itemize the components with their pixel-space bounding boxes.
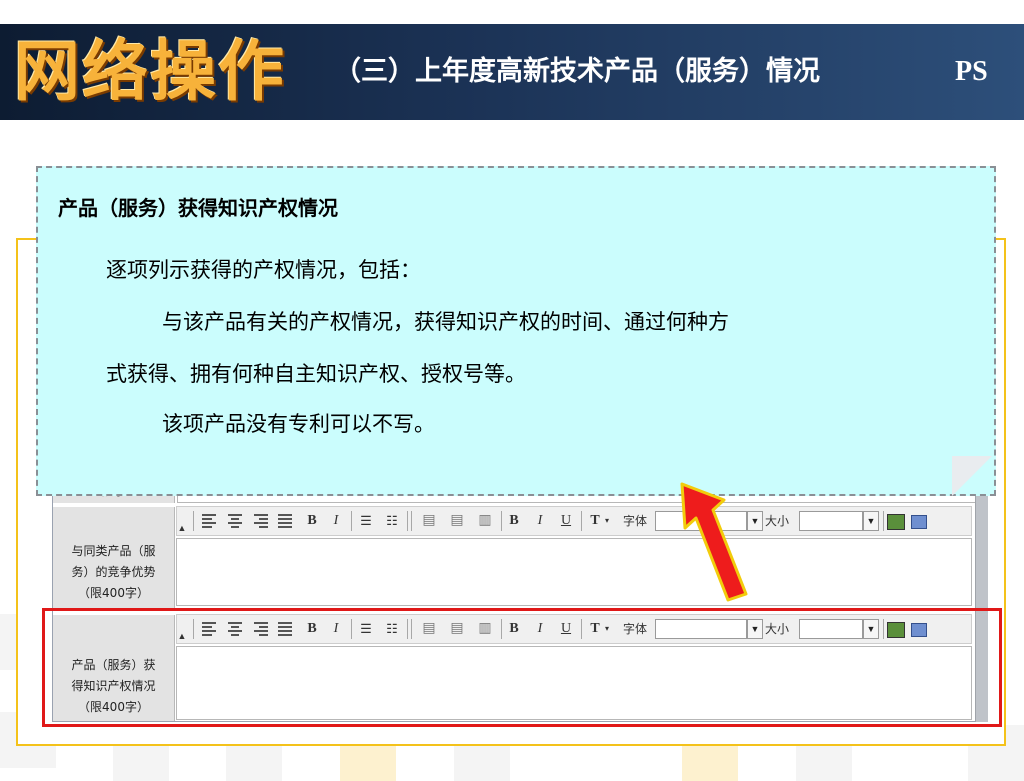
- size-label: 大小: [765, 514, 790, 528]
- bullet-list-icon[interactable]: ☷: [383, 512, 401, 530]
- align-center-icon[interactable]: [227, 512, 243, 530]
- toolbar-collapse-icon[interactable]: ▲: [177, 519, 187, 537]
- justify-icon[interactable]: [277, 512, 293, 530]
- bold-button[interactable]: B: [305, 512, 319, 530]
- italic-button[interactable]: I: [329, 512, 343, 530]
- highlight-box: [42, 608, 1002, 727]
- form-label-cell: 与同类产品（服 务）的竞争优势 （限400字）: [53, 507, 175, 611]
- ordered-list-icon[interactable]: ☰: [357, 512, 375, 530]
- form-label-line: 务）的竞争优势: [71, 565, 156, 579]
- callout-line: 逐项列示获得的产权情况，包括：: [106, 258, 421, 282]
- callout-title: 产品（服务）获得知识产权情况: [58, 196, 338, 220]
- paste-word-icon[interactable]: ▥: [475, 512, 495, 530]
- callout-line: 与该产品有关的产权情况，获得知识产权的时间、通过何种方: [162, 310, 729, 334]
- insert-image-icon[interactable]: [887, 514, 905, 530]
- explanation-callout: 产品（服务）获得知识产权情况 逐项列示获得的产权情况，包括： 与该产品有关的产权…: [36, 166, 996, 496]
- slide-title-suffix: PS: [955, 56, 988, 87]
- paste-text-icon[interactable]: ▤: [447, 512, 467, 530]
- font-color-dropdown-icon[interactable]: ▾: [603, 512, 611, 530]
- slide-header: 网络操作 （三）上年度高新技术产品（服务）情况 PS: [0, 24, 1024, 120]
- callout-page-fold: [952, 456, 992, 496]
- align-right-icon[interactable]: [253, 512, 269, 530]
- font-color-icon[interactable]: T: [587, 512, 603, 530]
- pointer-arrow: [680, 482, 748, 602]
- competitive-advantage-editor[interactable]: [176, 538, 972, 606]
- italic-button[interactable]: I: [533, 512, 547, 530]
- callout-line: 该项产品没有专利可以不写。: [162, 412, 435, 436]
- form-label-line: 与同类产品（服: [71, 544, 156, 558]
- editor-toolbar: ▲ B I ☰ ☷ ▤ ▤ ▥ B I U T ▾ 字体 ▼ 大小 ▼: [176, 506, 972, 536]
- align-left-icon[interactable]: [201, 512, 217, 530]
- paste-icon[interactable]: ▤: [419, 512, 439, 530]
- bold-button[interactable]: B: [507, 512, 521, 530]
- logo-wordmark: 网络操作: [14, 33, 286, 110]
- form-label-line: （限400字）: [78, 586, 149, 600]
- underline-button[interactable]: U: [559, 512, 573, 530]
- size-select[interactable]: [799, 511, 863, 531]
- arrow-up-icon: [680, 482, 748, 602]
- size-select-chevron-down-icon[interactable]: ▼: [863, 511, 879, 531]
- callout-line: 式获得、拥有何种自主知识产权、授权号等。: [106, 362, 526, 386]
- slide-title: （三）上年度高新技术产品（服务）情况: [334, 56, 820, 87]
- font-label: 字体: [623, 514, 648, 528]
- insert-table-icon[interactable]: [911, 515, 927, 529]
